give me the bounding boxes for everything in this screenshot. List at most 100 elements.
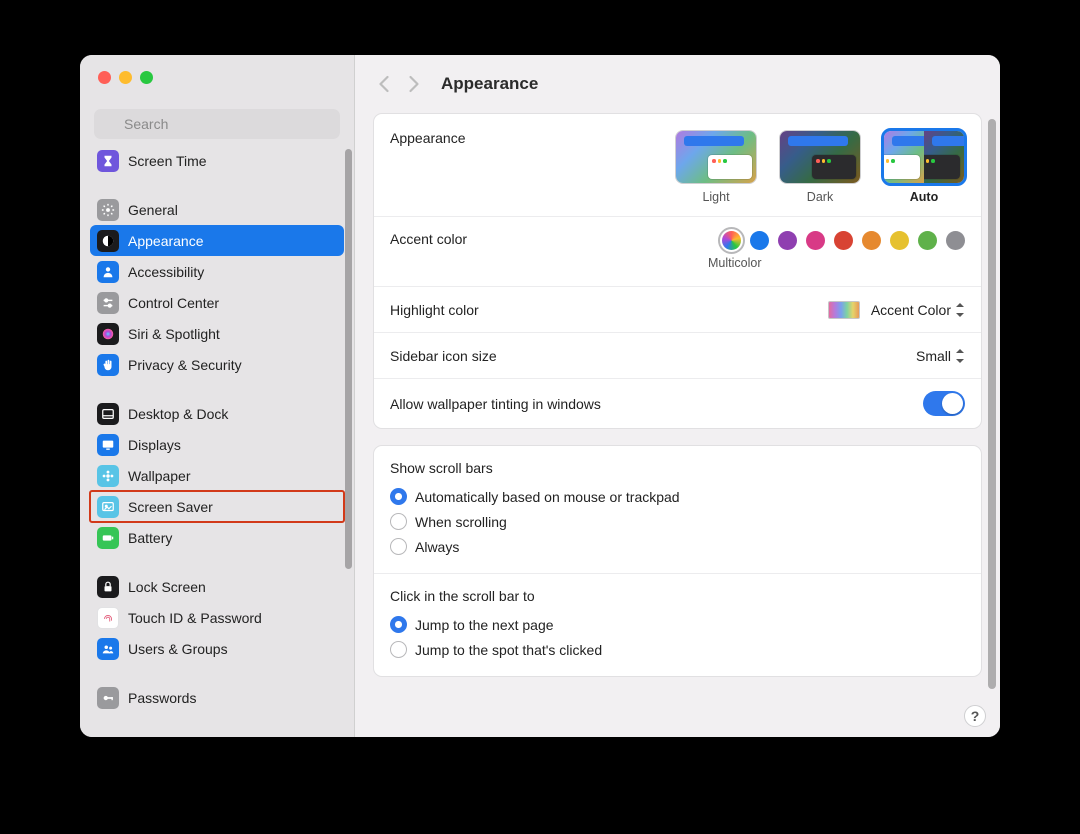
minimize-icon[interactable] [119, 71, 132, 84]
appearance-mode-light[interactable]: Light [675, 130, 757, 204]
back-button[interactable] [377, 75, 392, 93]
appearance-mode-dark[interactable]: Dark [779, 130, 861, 204]
sidebar-item-label: Control Center [128, 295, 219, 311]
updown-icon [955, 303, 965, 317]
sidebar-item-label: Displays [128, 437, 181, 453]
sliders-icon [97, 292, 119, 314]
accent-red[interactable] [834, 231, 853, 250]
dock-icon [97, 403, 119, 425]
accent-orange[interactable] [862, 231, 881, 250]
radio-label: Jump to the next page [415, 617, 554, 633]
appearance-mode-auto[interactable]: Auto [883, 130, 965, 204]
row-highlight-color: Highlight color Accent Color [374, 287, 981, 333]
sidebar-item-general[interactable]: General [90, 194, 344, 225]
accent-blue[interactable] [750, 231, 769, 250]
accent-graphite[interactable] [946, 231, 965, 250]
sidebar-item-label: Screen Time [128, 153, 207, 169]
settings-window: Screen Time General Appearance Accessibilit… [80, 55, 1000, 737]
appearance-mode-group: Light Dark Auto [675, 130, 965, 204]
sidebar-scrollbar[interactable] [345, 149, 352, 569]
sidebar-item-label: Battery [128, 530, 172, 546]
sidebar-item-label: General [128, 202, 178, 218]
highlight-swatch-icon [828, 301, 860, 319]
sidebar-item-control-center[interactable]: Control Center [90, 287, 344, 318]
accent-green[interactable] [918, 231, 937, 250]
accent-selected-label: Multicolor [708, 256, 965, 270]
sidebar-item-screen-saver[interactable]: Screen Saver [90, 491, 344, 522]
accent-yellow[interactable] [890, 231, 909, 250]
radio-label: Automatically based on mouse or trackpad [415, 489, 680, 505]
row-accent-color: Accent color Multicolor [374, 217, 981, 287]
toolbar: Appearance [355, 55, 1000, 113]
gear-icon [97, 199, 119, 221]
content-scroll: Appearance Light Dark Auto Accent color Mu… [355, 113, 1000, 737]
click-scroll-option[interactable]: Jump to the next page [390, 612, 965, 637]
content: Appearance Appearance Light Dark Auto Acce… [355, 55, 1000, 737]
search-wrap [94, 109, 340, 139]
maximize-icon[interactable] [140, 71, 153, 84]
highlight-color-dropdown[interactable]: Accent Color [828, 301, 965, 319]
appearance-mode-label: Dark [807, 190, 833, 204]
accent-purple[interactable] [778, 231, 797, 250]
sidebar-item-lock-screen[interactable]: Lock Screen [90, 571, 344, 602]
hourglass-icon [97, 150, 119, 172]
appearance-mode-label: Auto [910, 190, 938, 204]
screensaver-icon [97, 496, 119, 518]
sidebar-item-label: Touch ID & Password [128, 610, 262, 626]
accent-pink[interactable] [806, 231, 825, 250]
wallpaper-tint-toggle[interactable] [923, 391, 965, 416]
content-scrollbar[interactable] [988, 119, 996, 689]
sidebar-item-desktop-dock[interactable]: Desktop & Dock [90, 398, 344, 429]
sidebar-item-label: Screen Saver [128, 499, 213, 515]
sidebar-item-passwords[interactable]: Passwords [90, 682, 344, 713]
row-label: Highlight color [390, 302, 479, 318]
scrollbars-option[interactable]: Automatically based on mouse or trackpad [390, 484, 965, 509]
scrollbars-option[interactable]: When scrolling [390, 509, 965, 534]
sidebar-item-wallpaper[interactable]: Wallpaper [90, 460, 344, 491]
row-wallpaper-tint: Allow wallpaper tinting in windows [374, 379, 981, 428]
radio-icon [390, 641, 407, 658]
display-icon [97, 434, 119, 456]
section-click-scroll: Click in the scroll bar to Jump to the n… [374, 574, 981, 676]
row-appearance-mode: Appearance Light Dark Auto [374, 114, 981, 217]
accent-multicolor[interactable] [722, 231, 741, 250]
forward-button[interactable] [406, 75, 421, 93]
contrast-icon [97, 230, 119, 252]
close-icon[interactable] [98, 71, 111, 84]
page-title: Appearance [441, 74, 538, 94]
section-title: Show scroll bars [390, 460, 965, 476]
help-button[interactable]: ? [964, 705, 986, 727]
scrollbars-option[interactable]: Always [390, 534, 965, 559]
key-icon [97, 687, 119, 709]
sidebar-item-appearance[interactable]: Appearance [90, 225, 344, 256]
sidebar-item-siri-spotlight[interactable]: Siri & Spotlight [90, 318, 344, 349]
sidebar-item-displays[interactable]: Displays [90, 429, 344, 460]
sidebar-item-battery[interactable]: Battery [90, 522, 344, 553]
sidebar-item-label: Appearance [128, 233, 204, 249]
sidebar-item-accessibility[interactable]: Accessibility [90, 256, 344, 287]
radio-label: Jump to the spot that's clicked [415, 642, 602, 658]
lock-icon [97, 576, 119, 598]
sidebar-size-dropdown[interactable]: Small [916, 348, 965, 364]
panel-scroll: Show scroll bars Automatically based on … [373, 445, 982, 677]
row-label: Appearance [390, 130, 466, 146]
siri-icon [97, 323, 119, 345]
section-title: Click in the scroll bar to [390, 588, 965, 604]
panel-appearance: Appearance Light Dark Auto Accent color Mu… [373, 113, 982, 429]
search-input[interactable] [94, 109, 340, 139]
row-sidebar-size: Sidebar icon size Small [374, 333, 981, 379]
sidebar-item-privacy-security[interactable]: Privacy & Security [90, 349, 344, 380]
updown-icon [955, 349, 965, 363]
sidebar-item-label: Passwords [128, 690, 196, 706]
row-label: Allow wallpaper tinting in windows [390, 396, 601, 412]
sidebar-item-label: Wallpaper [128, 468, 191, 484]
sidebar-item-touch-id-password[interactable]: Touch ID & Password [90, 602, 344, 633]
sidebar-item-users-groups[interactable]: Users & Groups [90, 633, 344, 664]
radio-icon [390, 538, 407, 555]
window-controls [80, 55, 354, 95]
radio-label: Always [415, 539, 459, 555]
sidebar-item-screen-time[interactable]: Screen Time [90, 147, 344, 176]
click-scroll-option[interactable]: Jump to the spot that's clicked [390, 637, 965, 662]
sidebar-list: Screen Time General Appearance Accessibilit… [80, 147, 354, 737]
sidebar-item-label: Lock Screen [128, 579, 206, 595]
